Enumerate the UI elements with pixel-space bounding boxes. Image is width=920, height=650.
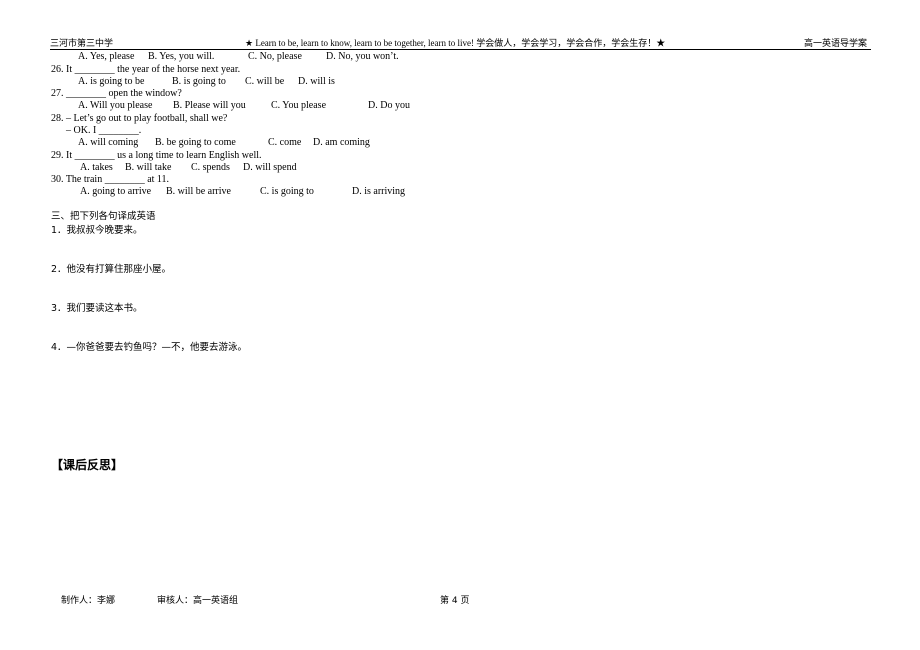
option: C. will be xyxy=(245,76,285,87)
page-number: 第 4 页 xyxy=(440,596,470,606)
translation-item: 2．他没有打算住那座小屋。 xyxy=(51,264,172,275)
option: C. is going to xyxy=(260,186,314,197)
question-options: A. Will you please B. Please will you C.… xyxy=(78,100,478,112)
option: A. Yes, please xyxy=(78,51,135,62)
question-options: A. takes B. will take C. spends D. will … xyxy=(80,162,480,174)
option: D. is arriving xyxy=(352,186,406,197)
question-stem: 28. – Let’s go out to play football, sha… xyxy=(51,113,228,124)
question-options: A. going to arrive B. will be arrive C. … xyxy=(80,186,480,198)
question-stem: 27. ________ open the window? xyxy=(51,88,182,99)
option: A. going to arrive xyxy=(80,186,152,197)
option: B. Please will you xyxy=(173,100,246,111)
page-header: 三河市第三中学 ★ Learn to be, learn to know, le… xyxy=(50,37,871,50)
option: C. No, please xyxy=(248,51,302,62)
school-name: 三河市第三中学 xyxy=(50,38,114,48)
header-motto: ★ Learn to be, learn to know, learn to b… xyxy=(245,38,666,48)
option: B. will take xyxy=(125,162,172,173)
translation-item: 4．—你爸爸要去钓鱼吗？—不，他要去游泳。 xyxy=(51,342,248,353)
option: A. takes xyxy=(80,162,113,173)
option: A. will coming xyxy=(78,137,139,148)
option: B. is going to xyxy=(172,76,226,87)
option: D. am coming xyxy=(313,137,370,148)
reflection-heading: 【课后反思】 xyxy=(51,458,124,472)
question-options: A. Yes, please B. Yes, you will. C. No, … xyxy=(78,51,478,63)
option: C. come xyxy=(268,137,302,148)
option: C. You please xyxy=(271,100,327,111)
translation-item: 3．我们要读这本书。 xyxy=(51,303,143,314)
question-stem: 29. It ________ us a long time to learn … xyxy=(51,150,262,161)
question-options: A. will coming B. be going to come C. co… xyxy=(78,137,478,149)
translation-item: 1．我叔叔今晚要来。 xyxy=(51,225,143,236)
option: A. is going to be xyxy=(78,76,145,87)
footer-reviewer: 审核人：高一英语组 xyxy=(157,596,239,606)
option: D. will spend xyxy=(243,162,297,173)
option: A. Will you please xyxy=(78,100,153,111)
document-title: 高一英语导学案 xyxy=(803,38,867,48)
option: C. spends xyxy=(191,162,230,173)
option: B. Yes, you will. xyxy=(148,51,215,62)
question-stem: 30. The train ________ at 11. xyxy=(51,174,170,185)
question-stem: 26. It ________ the year of the horse ne… xyxy=(51,64,241,75)
question-stem-reply: – OK. I ________. xyxy=(66,125,142,136)
option: D. No, you won’t. xyxy=(326,51,399,62)
option: D. Do you xyxy=(368,100,410,111)
question-options: A. is going to be B. is going to C. will… xyxy=(78,76,478,88)
option: D. will is xyxy=(298,76,335,87)
section-title: 三、把下列各句译成英语 xyxy=(51,211,156,222)
footer-author: 制作人：李娜 xyxy=(61,596,116,606)
option: B. will be arrive xyxy=(166,186,231,197)
option: B. be going to come xyxy=(155,137,236,148)
